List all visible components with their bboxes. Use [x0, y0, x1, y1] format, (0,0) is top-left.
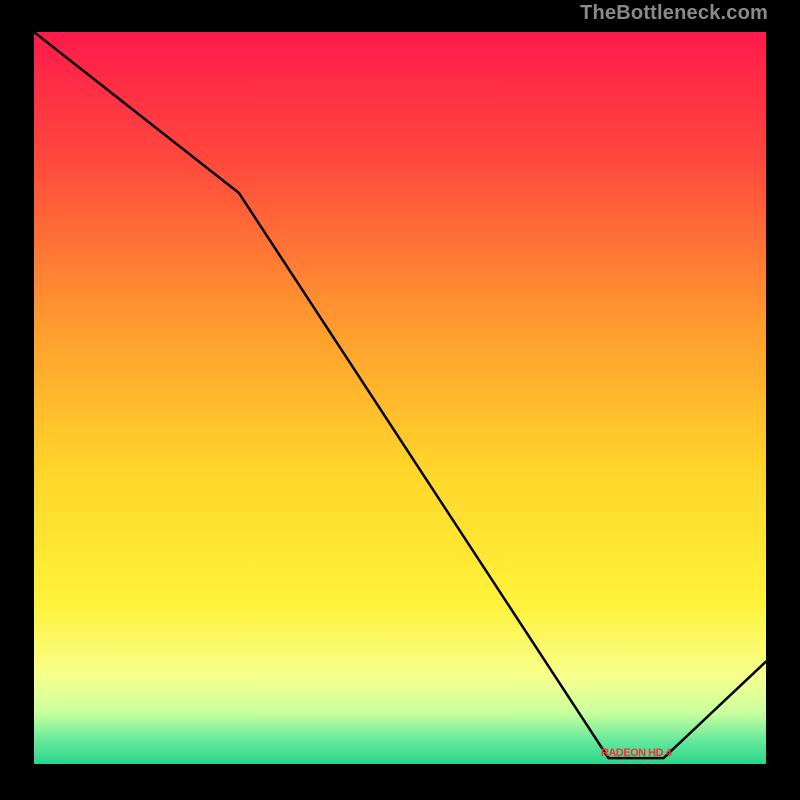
- plot-area: RADEON HD 4: [34, 32, 766, 764]
- chart-overlay: [34, 32, 766, 764]
- chart-frame: TheBottleneck.com RADEON HD 4: [0, 0, 800, 800]
- bottleneck-curve-line: [34, 32, 766, 758]
- x-axis-gpu-annotation: RADEON HD 4: [601, 747, 671, 759]
- watermark-text: TheBottleneck.com: [580, 2, 768, 25]
